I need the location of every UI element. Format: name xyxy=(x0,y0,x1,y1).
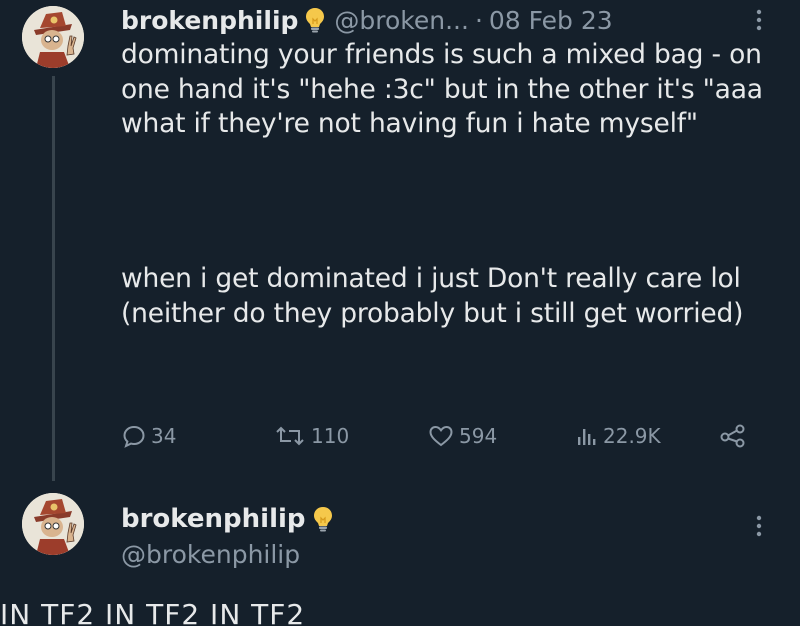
reply-author-avatar[interactable] xyxy=(22,493,84,555)
tweet-date[interactable]: 08 Feb 23 xyxy=(489,6,613,35)
lightbulb-icon xyxy=(312,505,334,533)
more-options-icon[interactable] xyxy=(752,6,766,34)
views-button[interactable]: 22.9K xyxy=(575,418,661,454)
tweet-body-paragraph-1: dominating your friends is such a mixed … xyxy=(121,38,781,142)
reply-author-handle[interactable]: @brokenphilip xyxy=(121,540,300,569)
like-count: 594 xyxy=(459,424,498,448)
tweet-thread-view: brokenphilip @broken... · 08 Feb 23 domi… xyxy=(0,0,800,626)
thread-connector-line xyxy=(52,76,55,481)
tweet-action-bar: 34 110 594 22.9K xyxy=(121,418,761,454)
retweet-button[interactable]: 110 xyxy=(273,418,349,454)
author-handle[interactable]: @broken... xyxy=(334,6,469,35)
tweet-header: brokenphilip @broken... · 08 Feb 23 xyxy=(121,2,781,38)
views-chart-icon xyxy=(578,429,596,445)
author-display-name[interactable]: brokenphilip xyxy=(121,6,298,35)
retweet-count: 110 xyxy=(311,424,350,448)
reply-count: 34 xyxy=(151,424,177,448)
reply-author-display-name[interactable]: brokenphilip xyxy=(121,504,306,534)
tweet-body-paragraph-2: when i get dominated i just Don't really… xyxy=(121,262,781,331)
more-options-icon[interactable] xyxy=(752,512,766,540)
retweet-icon xyxy=(276,426,304,446)
separator-dot: · xyxy=(474,5,483,35)
like-button[interactable]: 594 xyxy=(427,418,497,454)
share-icon xyxy=(720,424,745,448)
reply-text-preview: IN TF2 IN TF2 IN TF2 xyxy=(0,598,306,626)
author-avatar[interactable] xyxy=(22,6,84,68)
tweet-text: when i get dominated i just Don't really… xyxy=(121,263,744,329)
lightbulb-icon xyxy=(304,6,326,34)
tweet-text: dominating your friends is such a mixed … xyxy=(121,39,763,139)
reply-button[interactable]: 34 xyxy=(121,418,176,454)
reply-header: brokenphilip xyxy=(121,500,342,538)
heart-icon xyxy=(429,425,453,447)
view-count: 22.9K xyxy=(603,424,661,448)
share-button[interactable] xyxy=(719,418,747,454)
reply-icon xyxy=(123,425,145,448)
